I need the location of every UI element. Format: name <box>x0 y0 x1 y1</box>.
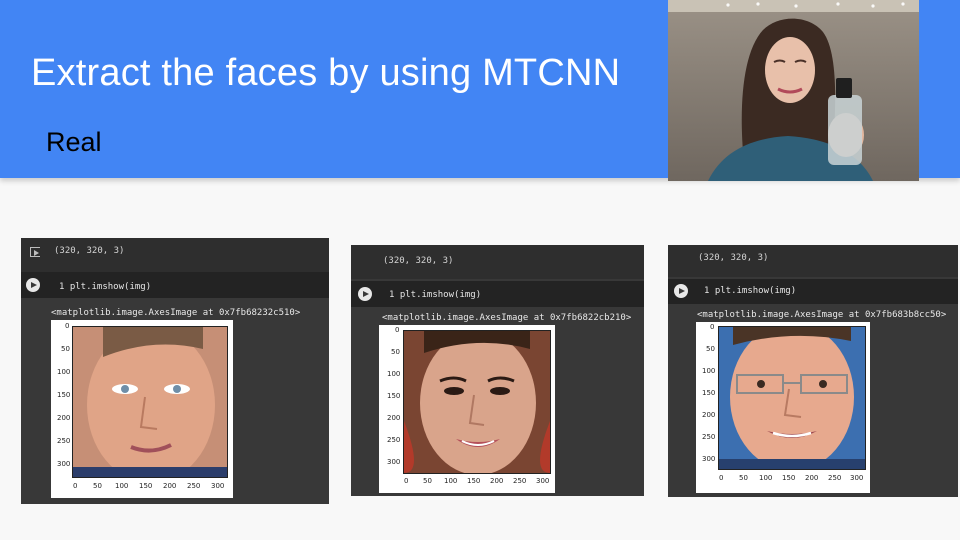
x-tick: 150 <box>467 477 481 485</box>
code-line[interactable]: 1 plt.imshow(img) <box>389 290 481 300</box>
x-tick: 250 <box>513 477 527 485</box>
plot-axes <box>403 330 551 474</box>
shape-output: (320, 320, 3) <box>698 253 769 263</box>
imshow-plot: 0 50 100 150 200 250 300 0 50 100 150 20… <box>379 325 555 493</box>
y-tick: 200 <box>387 414 401 422</box>
y-tick: 50 <box>706 345 715 353</box>
y-tick: 50 <box>391 348 400 356</box>
x-tick: 0 <box>73 482 78 490</box>
notebook-panel-3: (320, 320, 3) 1 plt.imshow(img) <matplot… <box>668 245 958 497</box>
x-tick: 200 <box>805 474 819 482</box>
y-tick: 300 <box>702 455 716 463</box>
y-tick: 100 <box>57 368 71 376</box>
plot-axes <box>718 326 866 470</box>
x-tick: 150 <box>139 482 153 490</box>
x-tick: 100 <box>759 474 773 482</box>
x-tick: 0 <box>719 474 724 482</box>
y-tick: 50 <box>61 345 70 353</box>
y-tick: 0 <box>710 323 715 331</box>
face-image <box>404 331 550 473</box>
x-tick: 150 <box>782 474 796 482</box>
y-tick: 300 <box>57 460 71 468</box>
shape-output: (320, 320, 3) <box>383 256 454 266</box>
x-tick: 200 <box>490 477 504 485</box>
x-tick: 50 <box>739 474 748 482</box>
y-tick: 0 <box>395 326 400 334</box>
notebook-panel-2: (320, 320, 3) 1 plt.imshow(img) <matplot… <box>351 245 644 496</box>
run-cell-button[interactable] <box>674 284 688 298</box>
y-tick: 250 <box>57 437 71 445</box>
x-tick: 50 <box>423 477 432 485</box>
y-tick: 250 <box>702 433 716 441</box>
x-tick: 100 <box>444 477 458 485</box>
y-tick: 150 <box>387 392 401 400</box>
y-tick: 0 <box>65 322 70 330</box>
y-tick: 150 <box>57 391 71 399</box>
slide-title: Extract the faces by using MTCNN <box>31 52 621 94</box>
webcam-video <box>668 0 919 181</box>
x-tick: 0 <box>404 477 409 485</box>
run-cell-button[interactable] <box>358 287 372 301</box>
run-cell-button[interactable] <box>26 278 40 292</box>
x-tick: 100 <box>115 482 129 490</box>
x-tick: 50 <box>93 482 102 490</box>
code-line[interactable]: 1 plt.imshow(img) <box>59 282 151 292</box>
notebook-panel-1: (320, 320, 3) 1 plt.imshow(img) <matplot… <box>21 238 329 504</box>
code-line[interactable]: 1 plt.imshow(img) <box>704 286 796 296</box>
x-tick: 250 <box>187 482 201 490</box>
y-tick: 150 <box>702 389 716 397</box>
y-tick: 250 <box>387 436 401 444</box>
x-tick: 250 <box>828 474 842 482</box>
y-tick: 300 <box>387 458 401 466</box>
y-tick: 100 <box>387 370 401 378</box>
slide-subtitle: Real <box>46 127 102 157</box>
y-tick: 200 <box>702 411 716 419</box>
x-tick: 300 <box>211 482 225 490</box>
plot-axes <box>72 326 228 478</box>
face-image <box>719 327 865 469</box>
imshow-plot: 0 50 100 150 200 250 300 0 50 100 150 20… <box>696 322 870 493</box>
y-tick: 100 <box>702 367 716 375</box>
axes-image-repr: <matplotlib.image.AxesImage at 0x7fb6823… <box>51 308 301 318</box>
x-tick: 300 <box>536 477 550 485</box>
x-tick: 200 <box>163 482 177 490</box>
presenter-video-frame <box>668 0 919 181</box>
axes-image-repr: <matplotlib.image.AxesImage at 0x7fb683b… <box>697 310 947 320</box>
face-image <box>73 327 227 477</box>
shape-output: (320, 320, 3) <box>54 246 125 256</box>
y-tick: 200 <box>57 414 71 422</box>
imshow-plot: 0 50 100 150 200 250 300 0 50 100 150 20… <box>51 320 233 498</box>
axes-image-repr: <matplotlib.image.AxesImage at 0x7fb6822… <box>382 313 632 323</box>
x-tick: 300 <box>850 474 864 482</box>
output-icon <box>30 247 40 257</box>
